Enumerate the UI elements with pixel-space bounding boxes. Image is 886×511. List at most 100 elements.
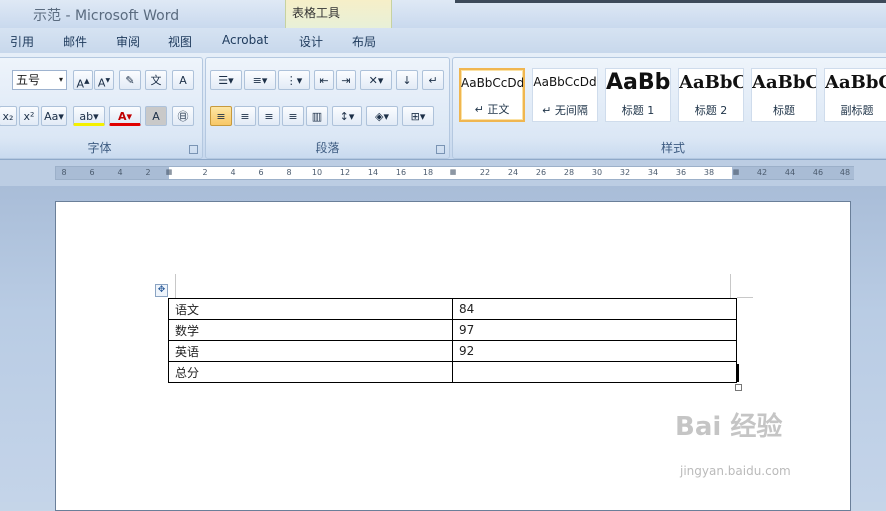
tab-layout[interactable]: 布局 [352, 33, 376, 50]
table-move-handle-icon[interactable]: ✥ [155, 284, 168, 297]
styles-group-label: 样式 [660, 141, 685, 155]
increase-indent-icon[interactable]: ⇥ [336, 70, 356, 90]
distributed-icon[interactable]: ▥ [306, 106, 328, 126]
table-row: 英语 92 [168, 340, 737, 362]
align-center-icon[interactable]: ≡ [234, 106, 256, 126]
table-cell[interactable]: 总分 [168, 361, 453, 383]
style-title[interactable]: AaBbC 标题 [751, 68, 817, 122]
ruler-tick: 4 [117, 168, 123, 177]
ruler-tick: 32 [619, 168, 631, 177]
title-bar-edge [455, 0, 886, 3]
table-cell[interactable]: 84 [452, 298, 737, 320]
tab-references[interactable]: 引用 [10, 33, 34, 50]
align-left-icon[interactable]: ≡ [210, 106, 232, 126]
multilevel-list-icon[interactable]: ⋮▾ [278, 70, 310, 90]
numbering-icon[interactable]: ≡▾ [244, 70, 276, 90]
table-column-marker-icon[interactable]: ▦ [166, 168, 173, 176]
tab-mailings[interactable]: 邮件 [63, 33, 87, 50]
style-heading-1[interactable]: AaBb 标题 1 [605, 68, 671, 122]
font-color-icon[interactable]: A▾ [109, 106, 141, 126]
ruler-margin-left [56, 167, 169, 179]
line-spacing-icon[interactable]: ↕▾ [332, 106, 362, 126]
show-paragraph-marks-icon[interactable]: ↵ [422, 70, 444, 90]
borders-icon[interactable]: ⊞▾ [402, 106, 434, 126]
style-sample: AaBb [606, 70, 671, 95]
clear-format-icon[interactable]: ✎ [119, 70, 141, 90]
character-shading-icon[interactable]: A [145, 106, 167, 126]
table-cell[interactable]: 97 [452, 319, 737, 341]
tab-acrobat[interactable]: Acrobat [222, 33, 268, 47]
ruler-tick: 48 [839, 168, 851, 177]
table-cell[interactable]: 英语 [168, 340, 453, 362]
tab-design[interactable]: 设计 [299, 33, 323, 50]
style-sample: AaBbCcDd [461, 76, 525, 90]
table-tools-context-tab: 表格工具 [285, 0, 392, 28]
ruler-tick: 26 [535, 168, 547, 177]
style-subtitle[interactable]: AaBbC 副标题 [824, 68, 886, 122]
table-row: 语文 84 [168, 298, 737, 320]
ruler-tick: 6 [89, 168, 95, 177]
decrease-indent-icon[interactable]: ⇤ [314, 70, 334, 90]
score-table: 语文 84 数学 97 英语 92 总分 [168, 298, 737, 383]
table-column-marker-icon[interactable]: ▦ [733, 168, 740, 176]
table-cell[interactable] [452, 361, 737, 383]
styles-group: AaBbCcDd ↵ 正文 AaBbCcDd ↵ 无间隔 AaBb 标题 1 A… [452, 57, 886, 159]
style-no-spacing[interactable]: AaBbCcDd ↵ 无间隔 [532, 68, 598, 122]
ruler-tick: 24 [507, 168, 519, 177]
style-name: 副标题 [840, 104, 874, 117]
grow-font-icon[interactable]: A▲ [73, 70, 93, 91]
change-case-icon[interactable]: Aa▾ [41, 106, 67, 126]
ribbon: 五号 ▾ A▲ A▼ ✎ 文 A x₂ x² Aa▾ ab▾ A▾ A ㊐ 字体… [0, 53, 886, 160]
ruler-tick: 18 [422, 168, 434, 177]
character-border-icon[interactable]: A [172, 70, 194, 90]
ruler-tick: 6 [258, 168, 264, 177]
style-sample: AaBbC [825, 72, 886, 93]
style-name: ↵ 正文 [474, 103, 510, 116]
sort-icon[interactable]: ↓ [396, 70, 418, 90]
margin-guide [175, 274, 176, 298]
table-cell[interactable]: 语文 [168, 298, 453, 320]
chevron-down-icon: ▾ [58, 75, 63, 84]
tab-view[interactable]: 视图 [168, 33, 192, 50]
ruler-tick: 44 [784, 168, 796, 177]
table-cell[interactable]: 92 [452, 340, 737, 362]
style-normal[interactable]: AaBbCcDd ↵ 正文 [459, 68, 525, 122]
style-name: 标题 [773, 104, 795, 117]
ruler-tick: 28 [563, 168, 575, 177]
margin-guide [737, 297, 753, 298]
ruler-tick: 22 [479, 168, 491, 177]
justify-icon[interactable]: ≡ [282, 106, 304, 126]
phonetic-guide-icon[interactable]: 文 [145, 70, 167, 90]
ruler-tick: 2 [202, 168, 208, 177]
tab-review[interactable]: 审阅 [116, 33, 140, 50]
table-cell[interactable]: 数学 [168, 319, 453, 341]
table-tools-label: 表格工具 [292, 6, 341, 20]
shrink-font-icon[interactable]: A▼ [94, 70, 114, 90]
baidu-watermark-url: jingyan.baidu.com [680, 464, 791, 478]
align-right-icon[interactable]: ≡ [258, 106, 280, 126]
superscript-icon[interactable]: x² [19, 106, 39, 126]
style-name: 标题 1 [621, 104, 655, 117]
style-heading-2[interactable]: AaBbC 标题 2 [678, 68, 744, 122]
font-dialog-launcher-icon[interactable] [189, 145, 198, 154]
bullets-icon[interactable]: ☰▾ [210, 70, 242, 90]
paragraph-group: ☰▾ ≡▾ ⋮▾ ⇤ ⇥ ✕▾ ↓ ↵ ≡ ≡ ≡ ≡ ▥ ↕▾ ◈▾ ⊞▾ 段… [205, 57, 450, 159]
font-size-select[interactable]: 五号 ▾ [12, 70, 67, 90]
table-resize-handle[interactable] [735, 384, 742, 391]
style-sample: AaBbCcDd [533, 75, 597, 89]
style-name: 标题 2 [694, 104, 728, 117]
chinese-layout-icon[interactable]: ✕▾ [360, 70, 392, 90]
highlight-color-icon[interactable]: ab▾ [73, 106, 105, 126]
ruler-tick: 30 [591, 168, 603, 177]
table-column-marker-icon[interactable]: ▦ [450, 168, 457, 176]
paragraph-dialog-launcher-icon[interactable] [436, 145, 445, 154]
ruler-tick: 10 [311, 168, 323, 177]
ruler-tick: 34 [647, 168, 659, 177]
style-sample: AaBbC [679, 72, 744, 93]
enclose-characters-icon[interactable]: ㊐ [172, 106, 194, 126]
horizontal-ruler[interactable]: 8 6 4 2 ▦ 2 4 6 8 10 12 14 16 18 ▦ 22 24… [55, 166, 854, 180]
subscript-icon[interactable]: x₂ [0, 106, 17, 126]
shading-icon[interactable]: ◈▾ [366, 106, 398, 126]
font-group: 五号 ▾ A▲ A▼ ✎ 文 A x₂ x² Aa▾ ab▾ A▾ A ㊐ 字体 [0, 57, 203, 159]
ruler-tick: 8 [286, 168, 292, 177]
